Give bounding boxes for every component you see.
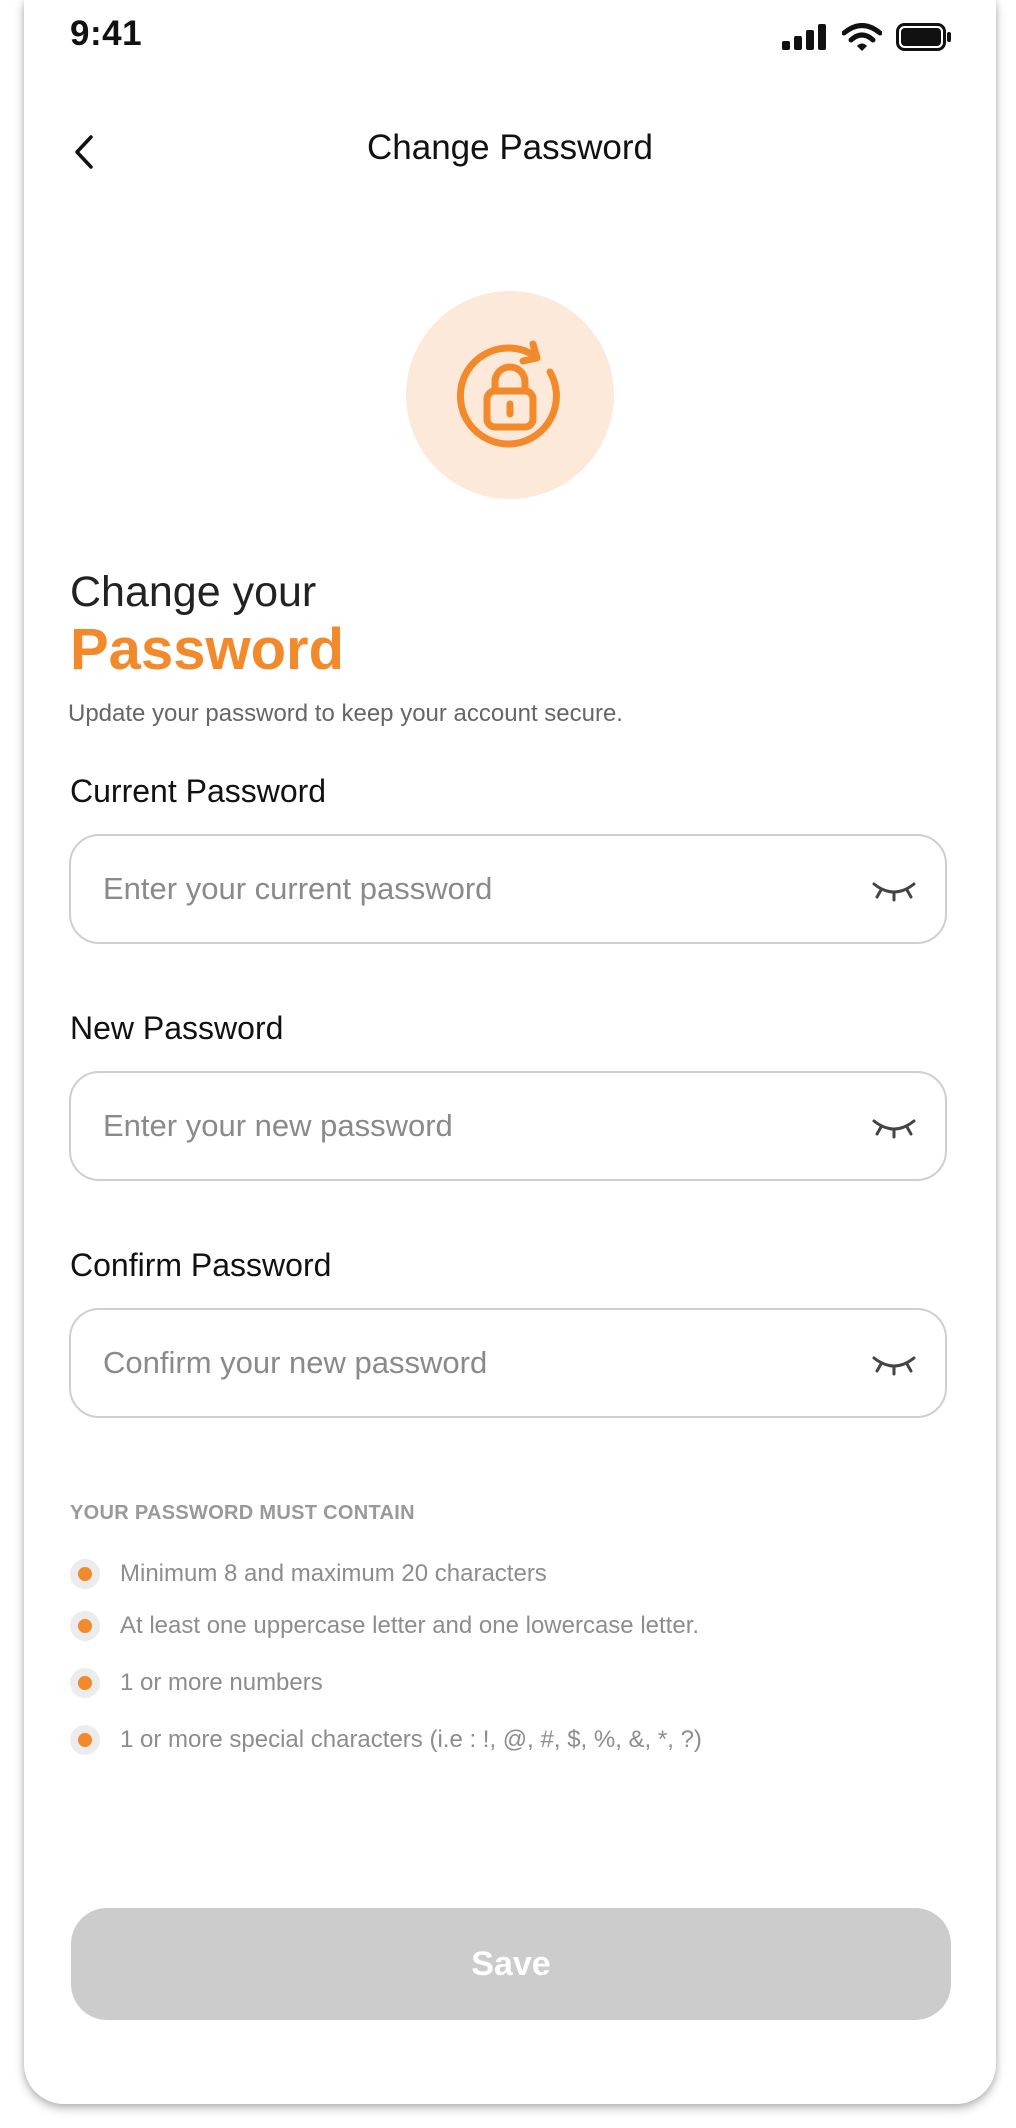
requirement-item: 1 or more numbers [70, 1663, 323, 1703]
bullet-icon [70, 1668, 100, 1698]
bullet-icon [70, 1559, 100, 1589]
new-password-label: New Password [70, 1010, 284, 1046]
requirement-item: At least one uppercase letter and one lo… [70, 1606, 699, 1646]
requirements-title: YOUR PASSWORD MUST CONTAIN [70, 1502, 415, 1524]
confirm-password-toggle[interactable] [869, 1344, 919, 1384]
requirement-text: Minimum 8 and maximum 20 characters [120, 1560, 547, 1587]
current-password-field-box [69, 834, 947, 944]
requirement-text: At least one uppercase letter and one lo… [120, 1612, 700, 1639]
save-button[interactable]: Save [71, 1908, 951, 2020]
requirement-item: Minimum 8 and maximum 20 characters [70, 1554, 547, 1594]
new-password-toggle[interactable] [869, 1107, 919, 1147]
current-password-input[interactable] [103, 836, 843, 942]
requirement-item: 1 or more special characters (i.e : !, @… [70, 1720, 702, 1760]
eye-closed-icon [872, 1119, 916, 1139]
current-password-label: Current Password [70, 773, 327, 809]
confirm-password-label: Confirm Password [70, 1247, 332, 1283]
subtitle: Update your password to keep your accoun… [68, 700, 623, 727]
wifi-icon [842, 23, 882, 51]
current-password-toggle[interactable] [869, 870, 919, 910]
requirement-text: 1 or more special characters (i.e : !, @… [120, 1726, 702, 1753]
bullet-icon [70, 1725, 100, 1755]
eye-closed-icon [872, 1356, 916, 1376]
page-title: Change Password [367, 128, 653, 167]
eye-closed-icon [872, 882, 916, 902]
status-icons [782, 20, 952, 54]
confirm-password-input[interactable] [103, 1310, 843, 1416]
phone-screen: 9:41 Change Password Change your Passwor… [24, 0, 996, 2104]
new-password-input[interactable] [103, 1073, 843, 1179]
signal-icon [782, 24, 826, 50]
battery-icon [896, 23, 951, 51]
requirement-text: 1 or more numbers [120, 1669, 323, 1696]
lock-illustration [406, 291, 614, 499]
new-password-field-box [69, 1071, 947, 1181]
heading-line-1: Change your [70, 568, 317, 616]
status-time: 9:41 [70, 14, 143, 53]
confirm-password-field-box [69, 1308, 947, 1418]
heading-line-2: Password [70, 617, 344, 682]
lock-refresh-icon [456, 340, 560, 448]
bullet-icon [70, 1611, 100, 1641]
